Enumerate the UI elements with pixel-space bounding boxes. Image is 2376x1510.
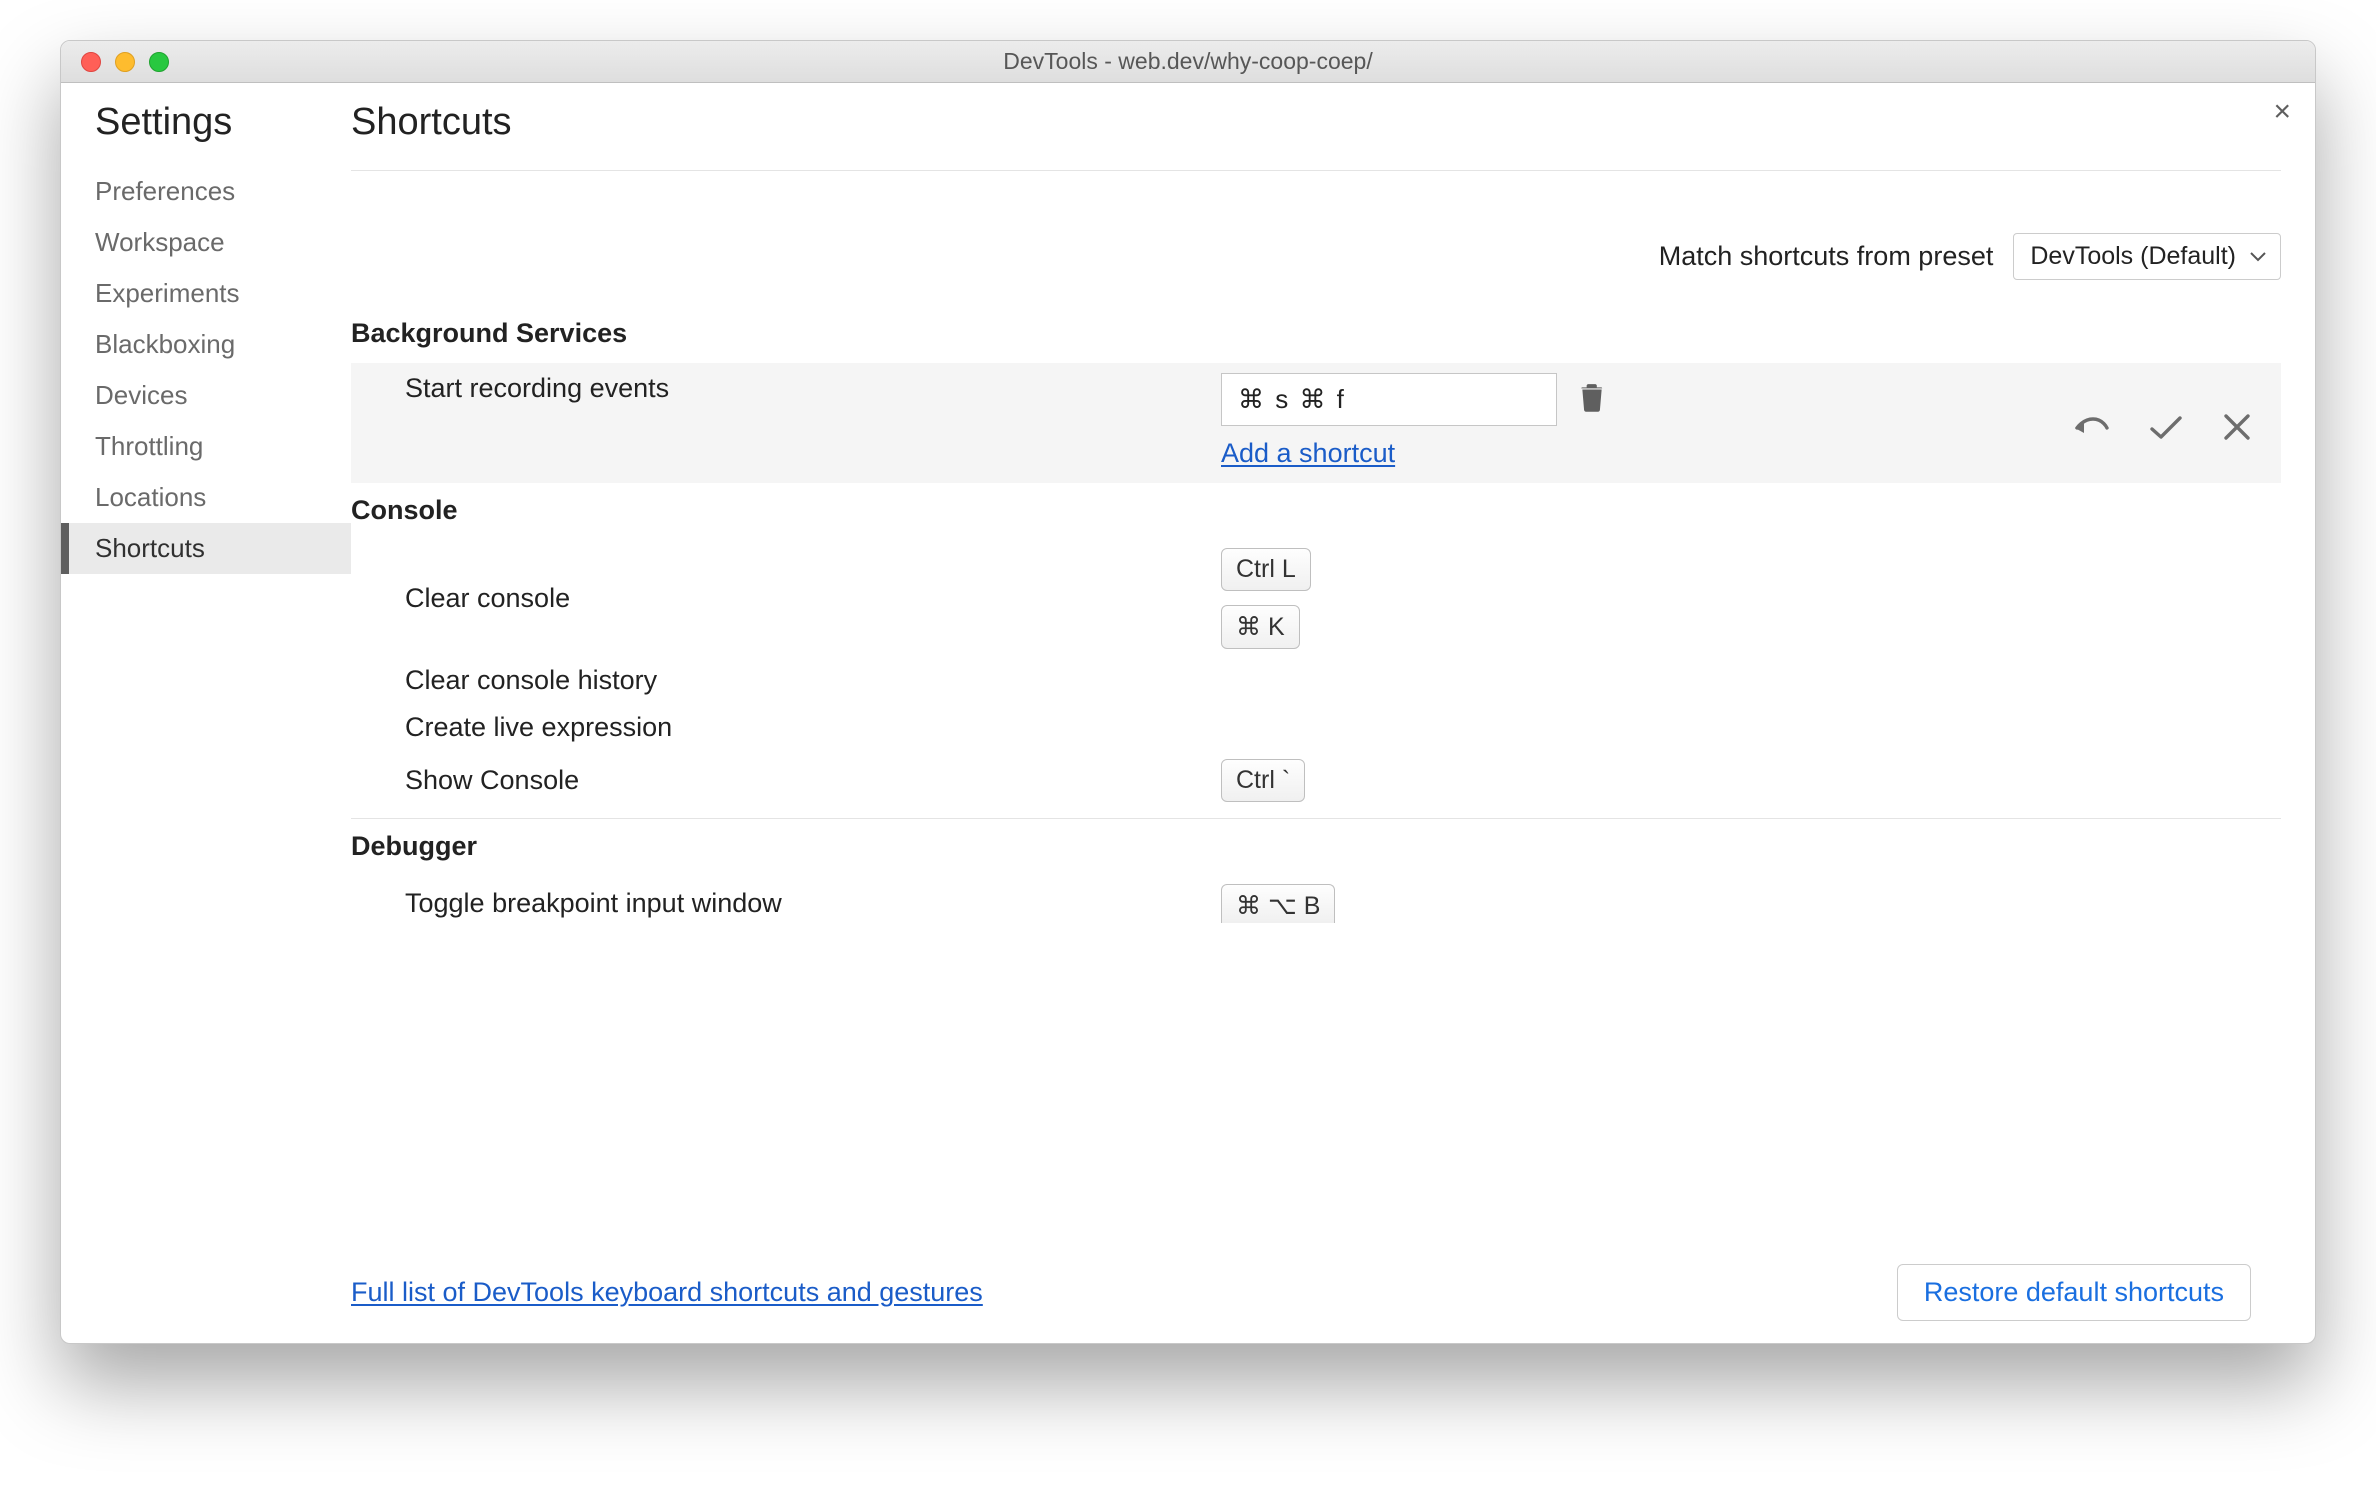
section-header: Debugger — [351, 819, 2281, 876]
preset-label: Match shortcuts from preset — [1659, 241, 1994, 272]
key-chip: Ctrl ` — [1221, 759, 1305, 802]
shortcut-keys: Ctrl ` — [1221, 759, 1305, 802]
shortcut-row[interactable]: Clear console Ctrl L ⌘ K — [351, 540, 2281, 657]
main: Shortcuts Match shortcuts from preset De… — [351, 83, 2315, 1343]
undo-icon[interactable] — [2073, 415, 2109, 441]
footer: Full list of DevTools keyboard shortcuts… — [351, 1246, 2281, 1343]
confirm-icon[interactable] — [2149, 415, 2183, 441]
shortcut-label: Clear console history — [351, 665, 1221, 696]
shortcut-label: Show Console — [351, 765, 1221, 796]
shortcut-row-editing: Start recording events Add a shortcut — [351, 363, 2281, 483]
section-header: Background Services — [351, 306, 2281, 363]
traffic-lights — [61, 52, 169, 72]
sidebar-item-experiments[interactable]: Experiments — [61, 268, 351, 319]
cancel-icon[interactable] — [2223, 413, 2251, 441]
content: × Settings Preferences Workspace Experim… — [61, 83, 2315, 1343]
edit-fields: Add a shortcut — [1221, 373, 1605, 469]
sidebar-item-locations[interactable]: Locations — [61, 472, 351, 523]
sidebar-item-devices[interactable]: Devices — [61, 370, 351, 421]
window: DevTools - web.dev/why-coop-coep/ × Sett… — [60, 40, 2316, 1344]
shortcut-row[interactable]: Show Console Ctrl ` — [351, 751, 2281, 810]
close-window-button[interactable] — [81, 52, 101, 72]
page-heading: Shortcuts — [351, 101, 2281, 171]
caret-down-icon — [2250, 252, 2266, 262]
sidebar-item-shortcuts[interactable]: Shortcuts — [61, 523, 351, 574]
shortcut-row[interactable]: Create live expression — [351, 704, 2281, 751]
sidebar: Settings Preferences Workspace Experimen… — [61, 83, 351, 1343]
shortcut-label: Start recording events — [351, 373, 1221, 404]
sidebar-heading: Settings — [61, 101, 351, 166]
sidebar-item-workspace[interactable]: Workspace — [61, 217, 351, 268]
preset-select[interactable]: DevTools (Default) — [2013, 233, 2281, 280]
shortcut-list: Background Services Start recording even… — [351, 306, 2281, 1246]
window-title: DevTools - web.dev/why-coop-coep/ — [61, 48, 2315, 75]
full-list-link[interactable]: Full list of DevTools keyboard shortcuts… — [351, 1277, 983, 1308]
key-chip: ⌘ K — [1221, 605, 1300, 649]
shortcut-keys: Ctrl L ⌘ K — [1221, 548, 1311, 649]
shortcut-label: Create live expression — [351, 712, 1221, 743]
shortcut-row[interactable]: Clear console history — [351, 657, 2281, 704]
sidebar-item-throttling[interactable]: Throttling — [61, 421, 351, 472]
shortcut-row[interactable]: Toggle breakpoint input window ⌘ ⌥ B — [351, 876, 2281, 923]
shortcut-label: Clear console — [351, 583, 1221, 614]
key-chip: Ctrl L — [1221, 548, 1311, 591]
zoom-window-button[interactable] — [149, 52, 169, 72]
add-shortcut-link[interactable]: Add a shortcut — [1221, 438, 1395, 469]
close-settings-button[interactable]: × — [2273, 97, 2291, 127]
edit-actions — [2073, 373, 2261, 441]
section-header: Console — [351, 483, 2281, 540]
restore-defaults-button[interactable]: Restore default shortcuts — [1897, 1264, 2251, 1321]
preset-value: DevTools (Default) — [2030, 242, 2236, 270]
shortcut-input[interactable] — [1221, 373, 1557, 426]
sidebar-item-preferences[interactable]: Preferences — [61, 166, 351, 217]
shortcut-label: Toggle breakpoint input window — [351, 888, 1221, 919]
titlebar: DevTools - web.dev/why-coop-coep/ — [61, 41, 2315, 83]
sidebar-item-blackboxing[interactable]: Blackboxing — [61, 319, 351, 370]
minimize-window-button[interactable] — [115, 52, 135, 72]
key-chip: ⌘ ⌥ B — [1221, 884, 1335, 923]
shortcut-keys: ⌘ ⌥ B — [1221, 884, 1335, 923]
trash-icon[interactable] — [1579, 382, 1605, 412]
preset-row: Match shortcuts from preset DevTools (De… — [351, 171, 2281, 306]
